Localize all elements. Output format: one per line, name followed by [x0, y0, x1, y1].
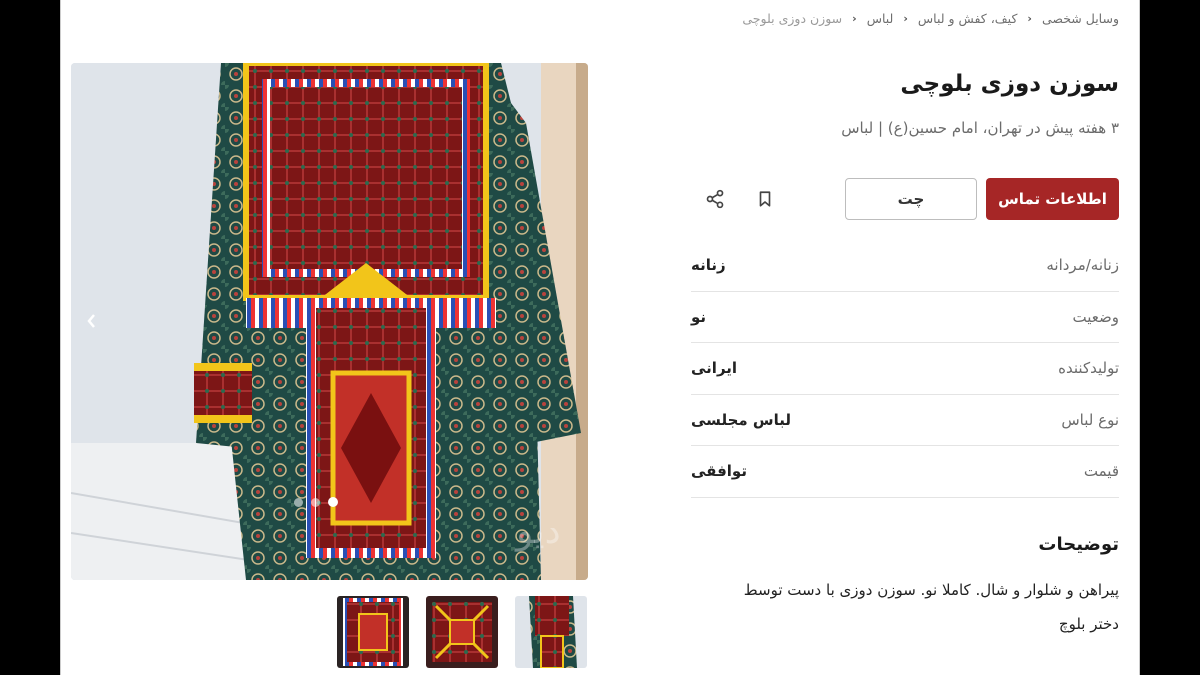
attributes-table: زنانه/مردانه زنانه وضعیت نو تولیدکننده ا…: [691, 240, 1119, 498]
attribute-value: نو: [691, 307, 707, 326]
gallery-pagination: [294, 497, 338, 507]
listing-page: وسایل شخصی ‹ کیف، کفش و لباس ‹ لباس ‹ سو…: [60, 0, 1140, 675]
svg-text:دیو: دیو: [514, 511, 561, 552]
breadcrumb: وسایل شخصی ‹ کیف، کفش و لباس ‹ لباس ‹ سو…: [742, 8, 1119, 28]
description-heading: توضیحات: [1038, 533, 1119, 555]
gallery-dot-active[interactable]: [328, 497, 338, 507]
breadcrumb-item-clothes[interactable]: لباس: [867, 11, 894, 26]
contact-info-button[interactable]: اطلاعات تماس: [986, 178, 1119, 220]
attribute-row: تولیدکننده ایرانی: [691, 343, 1119, 395]
thumbnail[interactable]: [426, 596, 498, 668]
attribute-value: زنانه: [691, 256, 726, 275]
gallery-prev-arrow[interactable]: [81, 310, 103, 332]
gallery-dot[interactable]: [311, 497, 320, 507]
chat-button[interactable]: چت: [845, 178, 977, 220]
chevron-left-icon: ‹: [852, 11, 857, 25]
attribute-value: ایرانی: [691, 359, 738, 378]
attribute-label: تولیدکننده: [1058, 359, 1119, 378]
attribute-row: زنانه/مردانه زنانه: [691, 240, 1119, 292]
thumbnail[interactable]: [515, 596, 587, 668]
thumbnail[interactable]: [337, 596, 409, 668]
breadcrumb-item-personal-items[interactable]: وسایل شخصی: [1042, 11, 1119, 26]
attribute-row: قیمت توافقی: [691, 446, 1119, 498]
attribute-label: قیمت: [1083, 462, 1119, 481]
chevron-left-icon: ‹: [1027, 11, 1032, 25]
attribute-value: توافقی: [691, 462, 747, 481]
chevron-left-icon: [87, 314, 95, 328]
attribute-row: وضعیت نو: [691, 292, 1119, 343]
gallery-dot[interactable]: [294, 497, 303, 507]
attribute-label: وضعیت: [1072, 307, 1119, 326]
share-button[interactable]: [695, 179, 735, 219]
breadcrumb-item-current: سوزن دوزی بلوچی: [742, 10, 843, 26]
thumbnail-image: [515, 596, 587, 668]
chevron-left-icon: ‹: [903, 11, 908, 25]
listing-meta: ۳ هفته پیش در تهران، امام حسین(ع) | لباس: [841, 119, 1119, 137]
share-icon: [706, 189, 724, 209]
attribute-row: نوع لباس لباس مجلسی: [691, 395, 1119, 446]
thumbnail-image: [426, 596, 498, 668]
page-title: سوزن دوزی بلوچی: [900, 71, 1119, 97]
action-bar: اطلاعات تماس چت: [691, 178, 1119, 220]
bookmark-button[interactable]: [745, 179, 785, 219]
listing-info: سوزن دوزی بلوچی ۳ هفته پیش در تهران، اما…: [691, 60, 1119, 641]
bookmark-icon: [759, 191, 771, 207]
breadcrumb-item-bags-shoes-clothes[interactable]: کیف، کفش و لباس: [918, 11, 1018, 26]
attribute-value: لباس مجلسی: [691, 410, 791, 429]
thumbnail-strip: [337, 596, 587, 668]
thumbnail-image: [337, 596, 409, 668]
attribute-label: نوع لباس: [1061, 410, 1119, 429]
attribute-label: زنانه/مردانه: [1046, 256, 1119, 275]
description-text: پیراهن و شلوار و شال. کاملا نو. سوزن دوز…: [743, 580, 1119, 633]
